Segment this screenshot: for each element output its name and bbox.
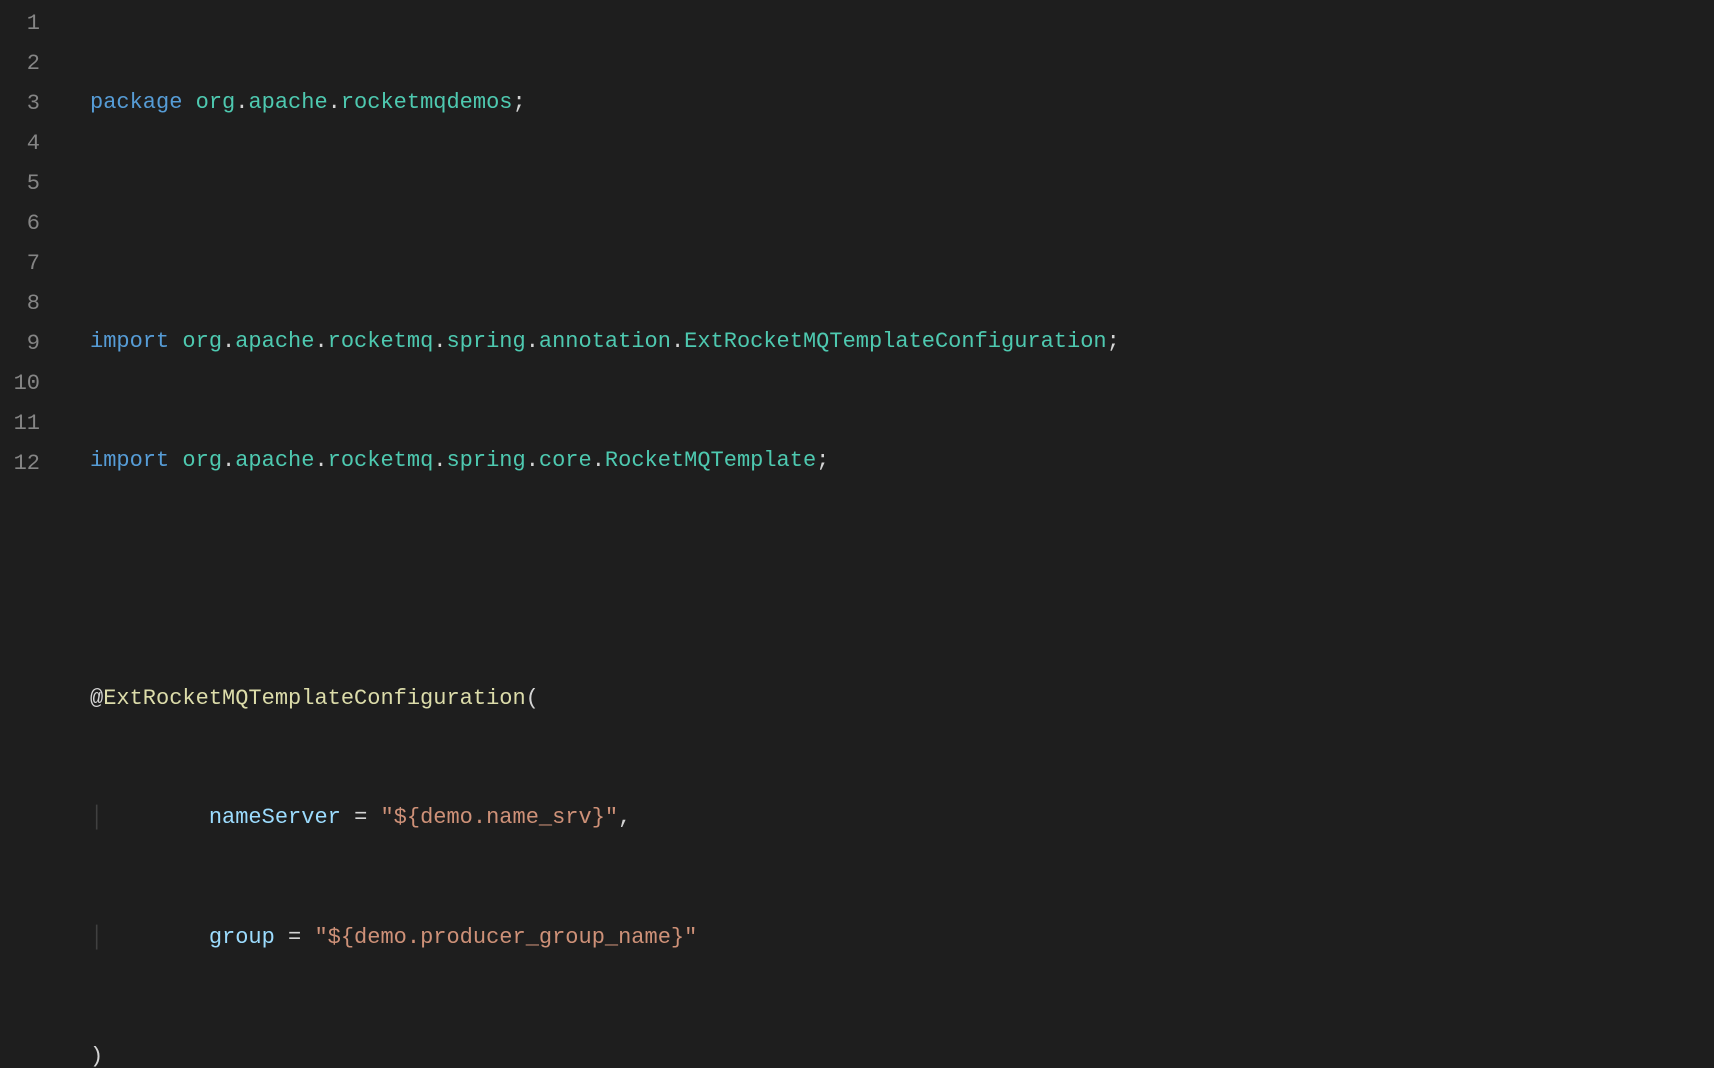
package-segment: spring <box>446 448 525 473</box>
string-literal: "${demo.producer_group_name}" <box>314 925 697 950</box>
code-line[interactable]: @ExtRocketMQTemplateConfiguration( <box>90 679 1120 719</box>
package-segment: spring <box>446 329 525 354</box>
package-segment: org <box>196 90 236 115</box>
annotation-at: @ <box>90 686 103 711</box>
package-segment: apache <box>235 329 314 354</box>
keyword: import <box>90 448 169 473</box>
parameter-name: nameServer <box>209 805 341 830</box>
line-number: 1 <box>10 4 40 44</box>
string-literal: "${demo.name_srv}" <box>380 805 618 830</box>
package-segment: rocketmq <box>328 448 434 473</box>
package-segment: rocketmq <box>328 329 434 354</box>
package-segment: org <box>182 448 222 473</box>
line-number-gutter: 1 2 3 4 5 6 7 8 9 10 11 12 <box>0 0 60 534</box>
code-line[interactable]: package org.apache.rocketmqdemos; <box>90 83 1120 123</box>
keyword: package <box>90 90 182 115</box>
line-number: 3 <box>10 84 40 124</box>
line-number: 2 <box>10 44 40 84</box>
class-name: RocketMQTemplate <box>605 448 816 473</box>
line-number: 9 <box>10 324 40 364</box>
line-number: 4 <box>10 124 40 164</box>
package-segment: org <box>182 329 222 354</box>
keyword: import <box>90 329 169 354</box>
package-segment: apache <box>235 448 314 473</box>
line-number: 12 <box>10 444 40 484</box>
class-name: ExtRocketMQTemplateConfiguration <box>684 329 1106 354</box>
line-number: 11 <box>10 404 40 444</box>
code-line[interactable]: import org.apache.rocketmq.spring.annota… <box>90 322 1120 362</box>
line-number: 7 <box>10 244 40 284</box>
line-number: 6 <box>10 204 40 244</box>
code-line[interactable]: │ group = "${demo.producer_group_name}" <box>90 918 1120 958</box>
code-editor[interactable]: 1 2 3 4 5 6 7 8 9 10 11 12 package org.a… <box>0 0 1714 534</box>
annotation-name: ExtRocketMQTemplateConfiguration <box>103 686 525 711</box>
line-number: 8 <box>10 284 40 324</box>
code-content[interactable]: package org.apache.rocketmqdemos; import… <box>60 0 1120 534</box>
line-number: 5 <box>10 164 40 204</box>
parameter-name: group <box>209 925 275 950</box>
code-line[interactable]: │ nameServer = "${demo.name_srv}", <box>90 798 1120 838</box>
indent-guide: │ <box>90 798 103 838</box>
package-segment: apache <box>248 90 327 115</box>
package-segment: annotation <box>539 329 671 354</box>
code-line[interactable] <box>90 560 1120 600</box>
code-line[interactable]: import org.apache.rocketmq.spring.core.R… <box>90 441 1120 481</box>
line-number: 10 <box>10 364 40 404</box>
indent-guide: │ <box>90 918 103 958</box>
package-segment: core <box>539 448 592 473</box>
package-segment: rocketmqdemos <box>341 90 513 115</box>
code-line[interactable]: ) <box>90 1037 1120 1068</box>
code-line[interactable] <box>90 202 1120 242</box>
